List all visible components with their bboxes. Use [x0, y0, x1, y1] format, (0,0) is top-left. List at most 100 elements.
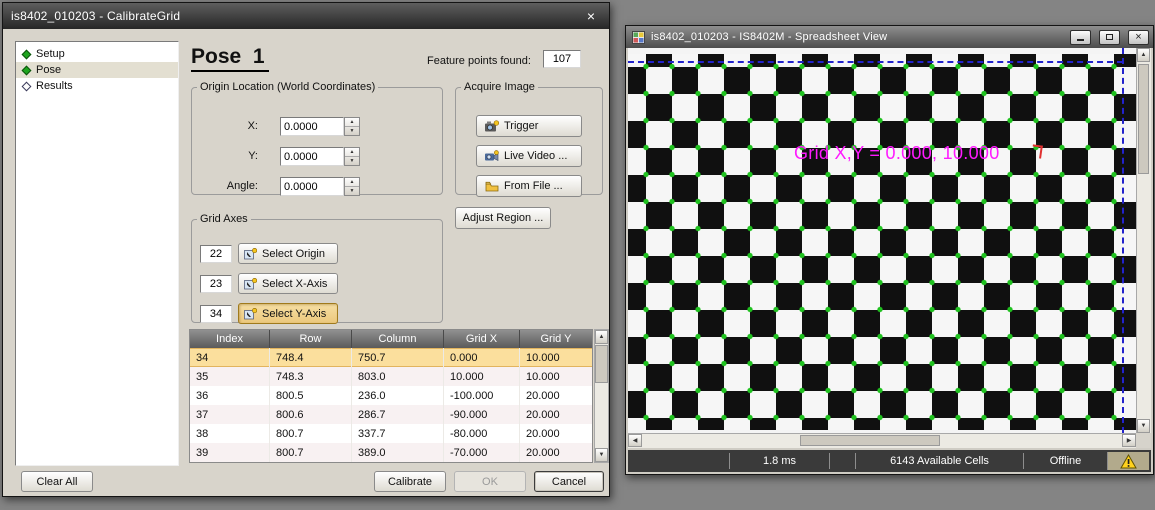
scroll-up-icon[interactable]: ▲: [1137, 48, 1150, 62]
cell-grid-x: 10.000: [444, 367, 520, 386]
y-spinner[interactable]: ▲ ▼: [344, 147, 360, 166]
spinner-up-icon[interactable]: ▲: [345, 178, 359, 187]
scroll-right-icon[interactable]: ▶: [1122, 434, 1136, 447]
scrollbar-thumb[interactable]: [1138, 64, 1149, 174]
cell-row: 748.4: [270, 348, 352, 367]
angle-input[interactable]: [280, 177, 344, 196]
cell-grid-x: -70.000: [444, 443, 520, 462]
select-point-icon: [244, 278, 257, 290]
green-diamond-icon: [22, 65, 32, 75]
connection-status: Offline: [1023, 453, 1107, 469]
field-label: Angle:: [200, 180, 258, 192]
y-axis-cell-input[interactable]: [200, 305, 232, 323]
spinner-down-icon[interactable]: ▼: [345, 187, 359, 195]
y-input[interactable]: [280, 147, 344, 166]
from-file-button[interactable]: From File ...: [476, 175, 582, 197]
acquisition-time: 1.8 ms: [729, 453, 829, 469]
adjust-region-button[interactable]: Adjust Region ...: [455, 207, 551, 229]
warning-icon: [1120, 454, 1137, 469]
live-video-button[interactable]: Live Video ...: [476, 145, 582, 167]
x-input[interactable]: [280, 117, 344, 136]
table-row[interactable]: 38 800.7 337.7 -80.000 20.000: [190, 424, 592, 443]
pose-title: Pose 1: [191, 45, 269, 72]
checkerboard-pattern: [628, 54, 1136, 430]
window-title: is8402_010203 - CalibrateGrid: [11, 9, 581, 23]
button-label: Select Origin: [262, 248, 325, 260]
vertical-scrollbar[interactable]: ▲ ▼: [1136, 48, 1151, 433]
maximize-button[interactable]: [1099, 30, 1120, 45]
spinner-up-icon[interactable]: ▲: [345, 148, 359, 157]
cell-column: 803.0: [352, 367, 444, 386]
angle-spinner[interactable]: ▲ ▼: [344, 177, 360, 196]
cancel-button[interactable]: Cancel: [534, 471, 604, 492]
table-row[interactable]: 37 800.6 286.7 -90.000 20.000: [190, 405, 592, 424]
region-right-dashed-line: [1122, 48, 1124, 433]
minimize-button[interactable]: [1070, 30, 1091, 45]
column-header[interactable]: Row: [270, 330, 352, 348]
trigger-button[interactable]: Trigger: [476, 115, 582, 137]
calibrate-body: Setup Pose Results Pose 1 Feature points…: [3, 29, 609, 496]
sidebar-item-setup[interactable]: Setup: [16, 46, 178, 62]
spreadsheet-view-window: is8402_010203 - IS8402M - Spreadsheet Vi…: [625, 25, 1154, 475]
close-button[interactable]: ×: [1128, 30, 1149, 45]
x-axis-cell-input[interactable]: [200, 275, 232, 293]
field-label: Y:: [200, 150, 258, 162]
button-label: Live Video ...: [504, 150, 567, 162]
available-cells: 6143 Available Cells: [855, 453, 1023, 469]
column-header[interactable]: Index: [190, 330, 270, 348]
cell-grid-x: 0.000: [444, 348, 520, 367]
window-title: is8402_010203 - IS8402M - Spreadsheet Vi…: [651, 31, 1062, 43]
spinner-down-icon[interactable]: ▼: [345, 127, 359, 135]
horizontal-scrollbar[interactable]: ◀ ▶: [628, 433, 1136, 448]
table-row[interactable]: 36 800.5 236.0 -100.000 20.000: [190, 386, 592, 405]
calibrate-titlebar[interactable]: is8402_010203 - CalibrateGrid ×: [3, 3, 609, 29]
scroll-down-icon[interactable]: ▼: [595, 448, 608, 462]
table-row[interactable]: 39 800.7 389.0 -70.000 20.000: [190, 443, 592, 462]
cell-row: 748.3: [270, 367, 352, 386]
origin-cell-input[interactable]: [200, 245, 232, 263]
button-label: Trigger: [504, 120, 538, 132]
button-label: Select X-Axis: [262, 278, 327, 290]
table-header: Index Row Column Grid X Grid Y: [190, 330, 592, 348]
sidebar-item-label: Setup: [36, 48, 65, 60]
cell-index: 39: [190, 443, 270, 462]
sidebar-item-results[interactable]: Results: [16, 78, 178, 94]
cell-grid-y: 20.000: [520, 405, 592, 424]
cell-grid-x: -80.000: [444, 424, 520, 443]
column-header[interactable]: Grid X: [444, 330, 520, 348]
field-label: X:: [200, 120, 258, 132]
feature-points-value: [543, 50, 581, 68]
scrollbar-thumb[interactable]: [595, 345, 608, 383]
sidebar-item-pose[interactable]: Pose: [16, 62, 178, 78]
calibrate-button[interactable]: Calibrate: [374, 471, 446, 492]
cell-column: 286.7: [352, 405, 444, 424]
table-row[interactable]: 35 748.3 803.0 10.000 10.000: [190, 367, 592, 386]
spreadsheet-titlebar[interactable]: is8402_010203 - IS8402M - Spreadsheet Vi…: [626, 26, 1153, 48]
calibrate-grid-window: is8402_010203 - CalibrateGrid × Setup Po…: [2, 2, 610, 497]
scroll-left-icon[interactable]: ◀: [628, 434, 642, 447]
scroll-up-icon[interactable]: ▲: [595, 330, 608, 344]
clear-all-button[interactable]: Clear All: [21, 471, 93, 492]
table-scrollbar[interactable]: ▲ ▼: [594, 329, 609, 463]
nav-tree: Setup Pose Results: [15, 41, 179, 466]
column-header[interactable]: Grid Y: [520, 330, 592, 348]
status-spacer: [628, 453, 729, 469]
x-spinner[interactable]: ▲ ▼: [344, 117, 360, 136]
close-icon[interactable]: ×: [581, 8, 601, 24]
spinner-down-icon[interactable]: ▼: [345, 157, 359, 165]
warning-indicator[interactable]: [1107, 452, 1149, 470]
column-header[interactable]: Column: [352, 330, 444, 348]
scrollbar-thumb[interactable]: [800, 435, 940, 446]
select-x-axis-button[interactable]: Select X-Axis: [238, 273, 338, 294]
ok-button: OK: [454, 471, 526, 492]
select-y-axis-button[interactable]: Select Y-Axis: [238, 303, 338, 324]
cell-grid-y: 20.000: [520, 443, 592, 462]
select-origin-button[interactable]: Select Origin: [238, 243, 338, 264]
table-row[interactable]: 34 748.4 750.7 0.000 10.000: [190, 348, 592, 367]
calibration-image[interactable]: Grid X,Y = 0.000, 10.000: [628, 48, 1136, 433]
spinner-up-icon[interactable]: ▲: [345, 118, 359, 127]
select-point-icon: [244, 248, 257, 260]
scroll-down-icon[interactable]: ▼: [1137, 419, 1150, 433]
status-bar: 1.8 ms 6143 Available Cells Offline: [628, 450, 1151, 472]
cell-grid-y: 10.000: [520, 348, 592, 367]
